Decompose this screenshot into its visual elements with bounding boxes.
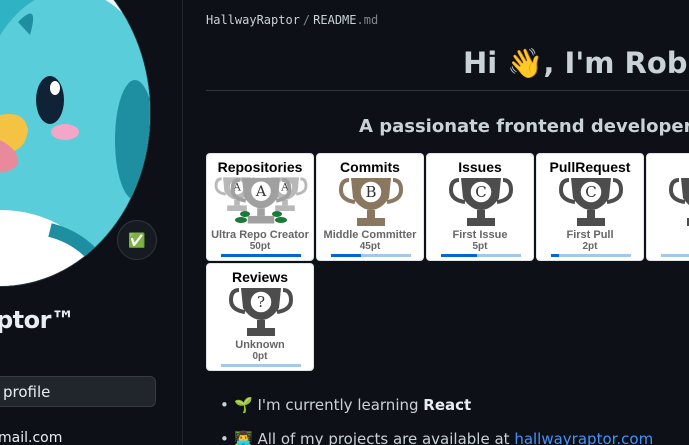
svg-text:C: C <box>475 183 486 201</box>
trophy-title: Commits <box>340 159 400 175</box>
trophy-icon: C <box>558 178 624 226</box>
breadcrumb-separator: / <box>302 13 311 27</box>
trophy-points: 5pt <box>472 241 488 252</box>
website-link[interactable]: hallwayraptor.com <box>514 430 653 445</box>
readme-panel: HallwayRaptor / README.md Hi 👋, I'm Rob A … <box>182 0 689 445</box>
list-item-strong: React <box>423 396 472 414</box>
list-item: 🌱 I'm currently learning React <box>220 396 653 430</box>
heading-divider <box>206 90 689 91</box>
trophy-progress-bar <box>331 254 411 257</box>
trophy-card[interactable]: Issues C First Issue 5pt <box>426 153 534 261</box>
trophy-progress-bar <box>551 254 631 257</box>
trophy-progress-fill <box>441 254 477 257</box>
trophy-card[interactable]: Repositories A A A Ultra Repo Creator 50pt <box>206 153 314 261</box>
trophy-points: 50pt <box>249 241 271 252</box>
trophy-icon: ? <box>228 288 294 336</box>
trophy-icon: A AA <box>214 177 308 224</box>
trophy-rank: Ur <box>647 229 689 241</box>
breadcrumb-file-ext: .md <box>356 13 379 27</box>
trophy-title: Repositories <box>217 159 303 175</box>
trophy-rank: Unknown <box>235 339 285 351</box>
trophy-title: PullRequest <box>549 159 631 175</box>
readme-list: 🌱 I'm currently learning React 👨‍💻 All o… <box>220 396 653 445</box>
trophy-progress-bar <box>661 254 689 257</box>
readme-tagline: A passionate frontend developer from <box>359 116 689 137</box>
trophy-points: 45pt <box>359 241 381 252</box>
svg-text:A: A <box>255 184 267 200</box>
breadcrumb-user-link[interactable]: HallwayRaptor <box>206 13 300 27</box>
seedling-icon: 🌱 <box>234 396 253 414</box>
trophy-rank: First Issue <box>452 229 508 241</box>
trophy-card[interactable]: PullRequest C First Pull 2pt <box>536 153 644 261</box>
list-item-text: All of my projects are available at <box>257 430 515 445</box>
trophy-points: 0pt <box>252 351 268 362</box>
trophy-progress-fill <box>551 254 559 257</box>
trophy-rank: First Pull <box>566 229 614 241</box>
svg-text:B: B <box>365 183 376 201</box>
trophy-title: Reviews <box>231 269 289 285</box>
profile-display-name: ptor™ <box>0 306 75 334</box>
trophy-card[interactable]: Reviews? Unknown 0pt <box>206 263 314 371</box>
trophy-card[interactable]: S Ur <box>646 153 689 261</box>
trophy-title: S <box>647 159 689 175</box>
trophy-points: 2pt <box>582 241 598 252</box>
trophy-progress-fill <box>331 254 361 257</box>
svg-text:C: C <box>585 183 596 201</box>
trophy-progress-bar <box>441 254 521 257</box>
status-emoji: ✅ <box>128 231 146 248</box>
trophy-rank: Ultra Repo Creator <box>211 229 309 241</box>
status-badge[interactable]: ✅ <box>117 220 157 260</box>
list-item-text: I'm currently learning <box>257 396 424 414</box>
trophy-progress-bar <box>221 364 301 367</box>
breadcrumb-file-name: README <box>313 13 357 27</box>
trophy-progress-fill <box>221 254 301 257</box>
trophy-card[interactable]: Commits B Middle Committer 45pt <box>316 153 424 261</box>
list-item: 👨‍💻 All of my projects are available at … <box>220 430 653 445</box>
trophy-icon: C <box>448 178 514 226</box>
technologist-icon: 👨‍💻 <box>234 430 253 445</box>
svg-text:?: ? <box>257 293 265 311</box>
trophy-title: Issues <box>458 159 502 175</box>
breadcrumb: HallwayRaptor / README.md <box>206 13 378 27</box>
readme-greeting: Hi 👋, I'm Rob <box>463 46 688 80</box>
edit-profile-button[interactable]: profile <box>0 376 156 407</box>
profile-sidebar: ✅ ptor™ profile mail.com <box>0 0 183 445</box>
profile-email[interactable]: mail.com <box>0 430 62 445</box>
trophy-icon: B <box>338 178 404 226</box>
trophy-rank: Middle Committer <box>323 229 417 241</box>
trophy-progress-bar <box>221 254 301 257</box>
trophy-icon <box>668 178 689 226</box>
